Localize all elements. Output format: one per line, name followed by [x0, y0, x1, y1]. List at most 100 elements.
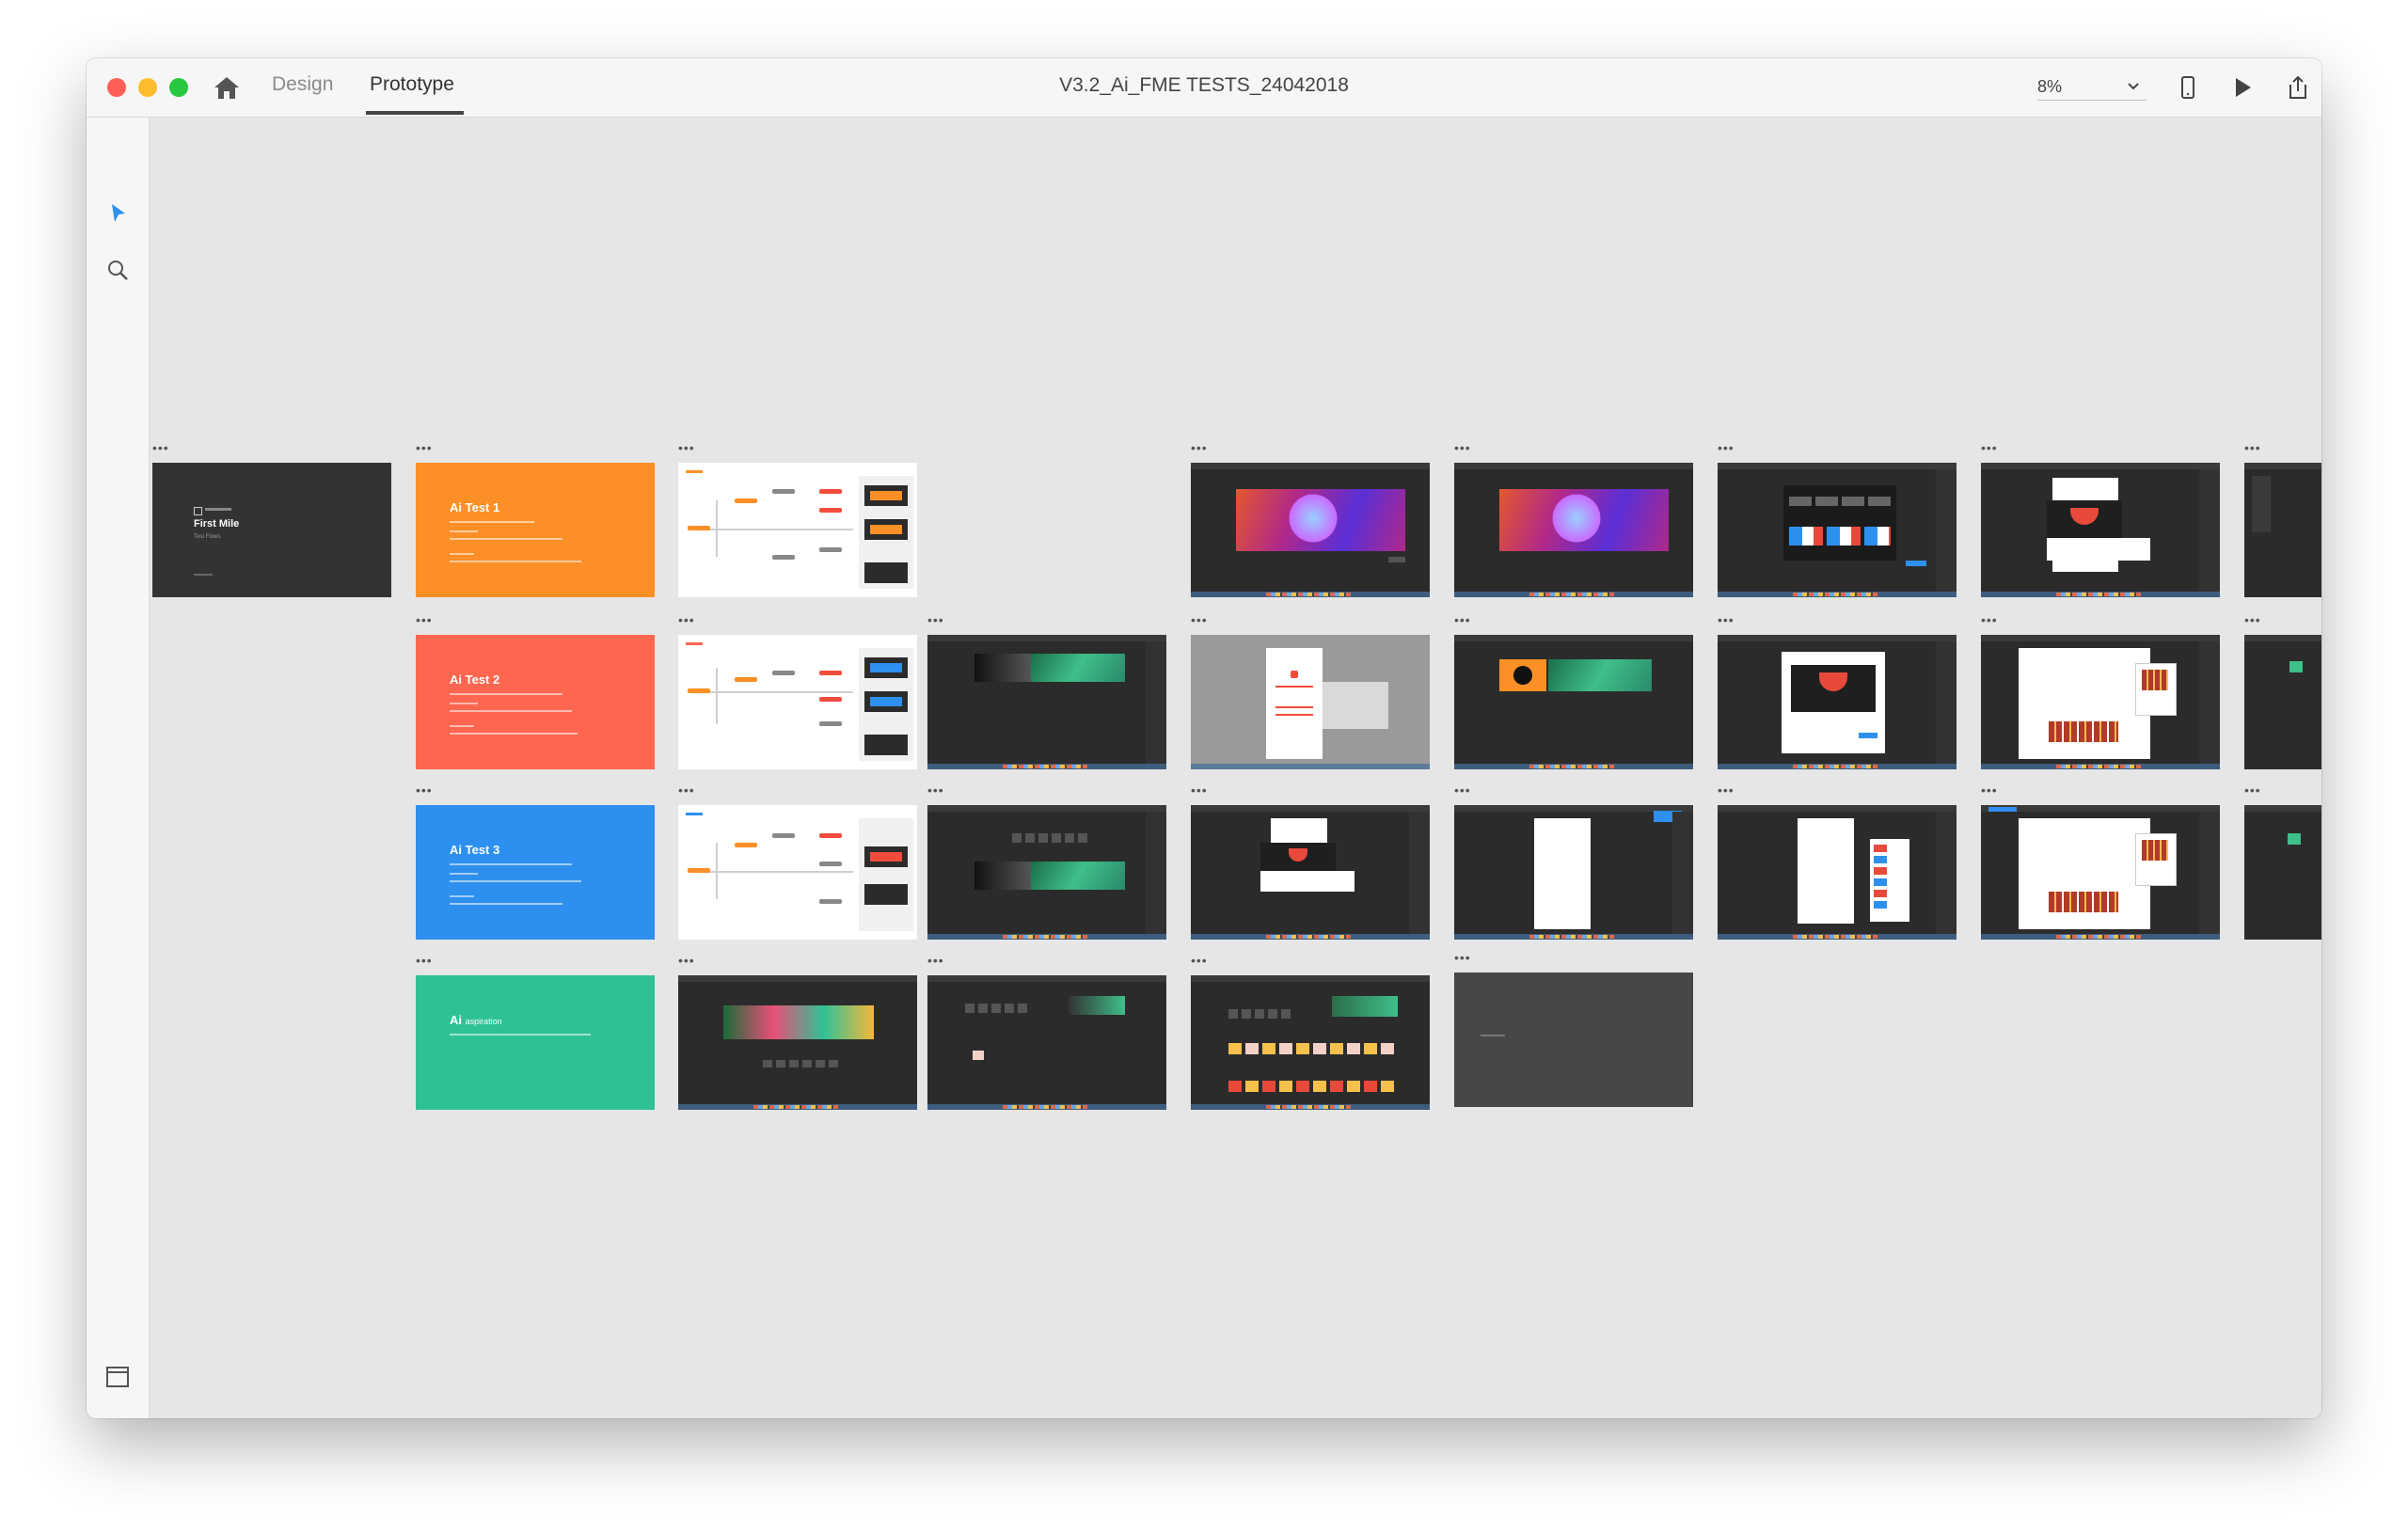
document-title: V3.2_Ai_FME TESTS_24042018 — [1059, 74, 1349, 96]
artboard-menu-icon[interactable]: ••• — [1718, 783, 1735, 797]
flow-panel — [859, 818, 913, 931]
artboard-screen[interactable] — [927, 805, 1166, 940]
artboard-screen[interactable] — [2244, 463, 2321, 597]
artboard-menu-icon[interactable]: ••• — [1454, 783, 1471, 797]
artboard-screen[interactable] — [1981, 805, 2220, 940]
text-line — [450, 710, 572, 712]
artboard-screen[interactable] — [1981, 635, 2220, 769]
artboard-menu-icon[interactable]: ••• — [1981, 613, 1998, 626]
artboard-menu-icon[interactable]: ••• — [2244, 613, 2261, 626]
artboard-blank[interactable] — [1454, 973, 1693, 1107]
artboard-canvas[interactable]: ••• First Mile Test Flows ••• Ai Test 1 … — [150, 118, 2321, 1418]
asset-panel — [2135, 833, 2177, 886]
artboard-screen[interactable] — [1191, 635, 1430, 769]
artboard-screen[interactable] — [1718, 635, 1956, 769]
dialog-side — [1323, 682, 1388, 729]
artboard-menu-icon[interactable]: ••• — [1454, 441, 1471, 454]
flow-title — [686, 642, 703, 645]
artboard-screen[interactable] — [1718, 805, 1956, 940]
artboard-menu-icon[interactable]: ••• — [1981, 441, 1998, 454]
share-icon[interactable] — [2284, 73, 2312, 102]
artboard-menu-icon[interactable]: ••• — [678, 954, 695, 967]
text-line — [450, 880, 581, 882]
artboard-menu-icon[interactable]: ••• — [416, 613, 433, 626]
flow-node — [735, 498, 757, 503]
play-icon[interactable] — [2228, 73, 2257, 102]
hero-image — [974, 654, 1031, 682]
artboard-cover[interactable]: First Mile Test Flows — [152, 463, 391, 597]
artboard-screen[interactable] — [927, 635, 1166, 769]
artboard-menu-icon[interactable]: ••• — [1718, 441, 1735, 454]
artboard-menu-icon[interactable]: ••• — [1191, 613, 1208, 626]
thumbnail — [2288, 833, 2301, 845]
option-row — [965, 1004, 1031, 1013]
artboard-screen[interactable] — [2244, 805, 2321, 940]
option-row — [1012, 833, 1087, 843]
panel-screen — [864, 485, 908, 506]
artboard-screen[interactable] — [2244, 635, 2321, 769]
flow-line — [716, 500, 718, 557]
artboard-menu-icon[interactable]: ••• — [2244, 783, 2261, 797]
zoom-dropdown[interactable]: 8% — [2037, 73, 2147, 101]
option-row — [1228, 1009, 1294, 1019]
artboard-ai-test-3[interactable]: Ai Test 3 — [416, 805, 655, 940]
artboard-screen[interactable] — [1191, 975, 1430, 1110]
device-preview-icon[interactable] — [2174, 73, 2202, 102]
panel-screen — [864, 884, 908, 905]
artboard-screen[interactable] — [1191, 805, 1430, 940]
select-arrow-icon[interactable] — [103, 199, 132, 228]
hero-image — [1332, 996, 1398, 1017]
artboard-flow-test-2[interactable] — [678, 635, 917, 769]
flow-node — [819, 697, 842, 702]
flow-node — [819, 508, 842, 513]
artboard-ai-aspiration[interactable]: Ai aspiration — [416, 975, 655, 1110]
artboard-menu-icon[interactable]: ••• — [927, 954, 944, 967]
artboard-menu-icon[interactable]: ••• — [416, 441, 433, 454]
flow-node — [819, 721, 842, 726]
artboard-ai-test-2[interactable]: Ai Test 2 — [416, 635, 655, 769]
artboard-ai-test-1[interactable]: Ai Test 1 — [416, 463, 655, 597]
artboard-menu-icon[interactable]: ••• — [927, 783, 944, 797]
text-line — [450, 530, 478, 532]
image-frame — [1260, 843, 1336, 871]
search-icon[interactable] — [103, 256, 132, 284]
artboard-menu-icon[interactable]: ••• — [1454, 613, 1471, 626]
artboard-menu-icon[interactable]: ••• — [1718, 613, 1735, 626]
flow-node — [819, 671, 842, 675]
artboard-menu-icon[interactable]: ••• — [1454, 951, 1471, 964]
artboard-icon[interactable] — [103, 1363, 132, 1391]
artboard-menu-icon[interactable]: ••• — [2244, 441, 2261, 454]
artboard-menu-icon[interactable]: ••• — [152, 441, 169, 454]
flow-node — [819, 547, 842, 552]
dialog-panel — [1783, 485, 1896, 561]
artboard-menu-icon[interactable]: ••• — [1191, 954, 1208, 967]
white-artboard — [1798, 818, 1854, 924]
artboard-screen[interactable] — [1981, 463, 2220, 597]
text-line — [450, 903, 562, 905]
artboard-menu-icon[interactable]: ••• — [1191, 441, 1208, 454]
artboard-screen[interactable] — [1454, 463, 1693, 597]
artboard-menu-icon[interactable]: ••• — [678, 441, 695, 454]
artboard-screen[interactable] — [1454, 635, 1693, 769]
artboard-screen[interactable] — [678, 975, 917, 1110]
artboard-menu-icon[interactable]: ••• — [416, 783, 433, 797]
artboard-flow-test-1[interactable] — [678, 463, 917, 597]
artboard-menu-icon[interactable]: ••• — [1981, 783, 1998, 797]
artboard-menu-icon[interactable]: ••• — [416, 954, 433, 967]
artboard-screen[interactable] — [1718, 463, 1956, 597]
artboard-menu-icon[interactable]: ••• — [678, 613, 695, 626]
text-line — [450, 703, 478, 704]
flow-node — [688, 526, 710, 530]
artboard-menu-icon[interactable]: ••• — [1191, 783, 1208, 797]
artboard-menu-icon[interactable]: ••• — [927, 613, 944, 626]
artboard-flow-test-3[interactable] — [678, 805, 917, 940]
artboard-menu-icon[interactable]: ••• — [678, 783, 695, 797]
panel-screen — [864, 735, 908, 755]
artboard-screen[interactable] — [1454, 805, 1693, 940]
artboard-screen[interactable] — [1191, 463, 1430, 597]
cover-subtitle: Test Flows — [194, 534, 221, 540]
title-bar: Design Prototype V3.2_Ai_FME TESTS_24042… — [87, 58, 2321, 118]
flow-node — [735, 843, 757, 847]
artboard-screen[interactable] — [927, 975, 1166, 1110]
dialog-footer — [1260, 871, 1354, 892]
